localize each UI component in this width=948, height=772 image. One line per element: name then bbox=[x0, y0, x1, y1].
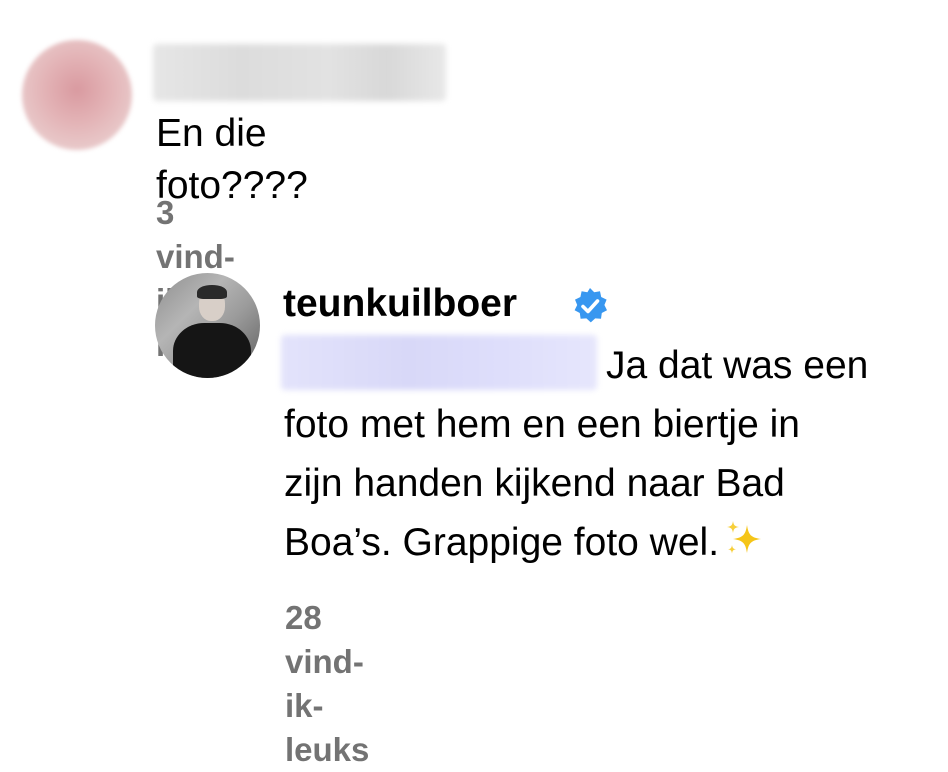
reply-text-line-last: Boa’s. Grappige foto wel. bbox=[284, 513, 934, 572]
commenter-username-redacted bbox=[153, 44, 446, 101]
reply-text-line: foto met hem en een biertje in bbox=[284, 403, 800, 446]
avatar-figure-hair bbox=[197, 285, 227, 299]
avatar-figure-body bbox=[173, 323, 251, 378]
reply-text-segment: Boa’s. Grappige foto wel. bbox=[284, 521, 720, 564]
reply-text-line: Ja dat was een bbox=[606, 344, 869, 387]
reply-username[interactable]: teunkuilboer bbox=[283, 278, 517, 330]
reply-text-line: zijn handen kijkend naar Bad bbox=[284, 462, 785, 505]
reply-text: Ja dat was een foto met hem en een biert… bbox=[284, 336, 934, 572]
verified-badge-icon bbox=[574, 288, 607, 323]
reply-avatar[interactable] bbox=[155, 273, 260, 378]
commenter-avatar[interactable] bbox=[22, 40, 132, 150]
sparkles-emoji-icon bbox=[727, 521, 762, 554]
reply-likes-count[interactable]: 28 vind-ik-leuks bbox=[285, 596, 369, 772]
